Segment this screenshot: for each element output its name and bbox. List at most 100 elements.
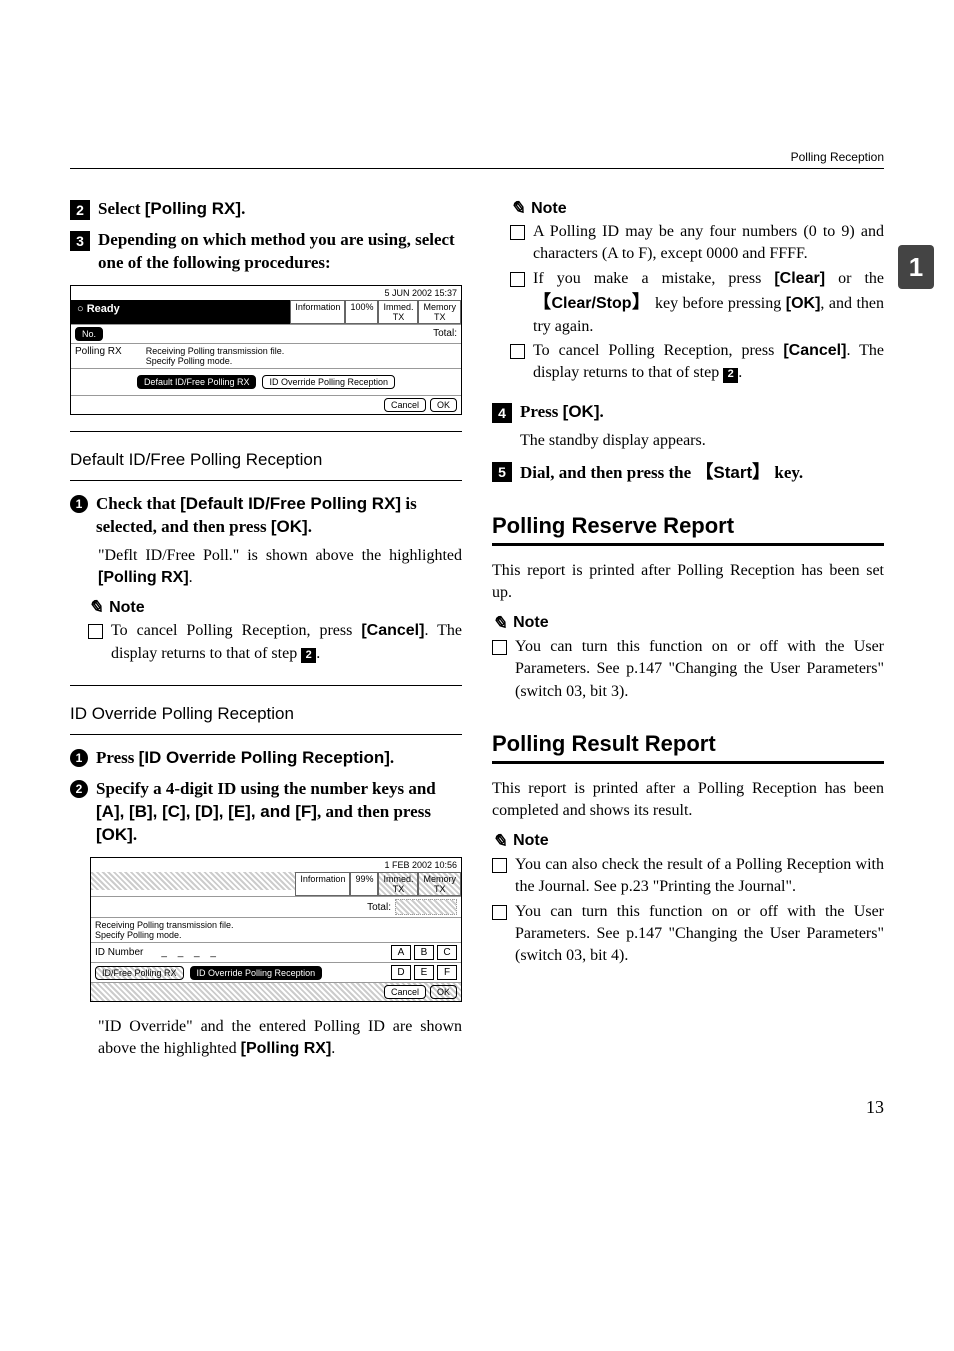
ok-label: [OK] (96, 825, 133, 844)
txt: "Deflt ID/Free Poll." is shown above the… (98, 547, 462, 564)
ok-button[interactable]: OK (430, 398, 457, 412)
key-a[interactable]: A (391, 945, 411, 960)
running-head: Polling Reception (791, 150, 884, 164)
section-rule (492, 543, 884, 546)
ok-button[interactable]: OK (430, 985, 457, 999)
shot2-immed-tx[interactable]: Immed. TX (378, 872, 418, 896)
note-text: You can turn this function on or off wit… (515, 636, 884, 703)
step-4-text: Press [OK]. (520, 401, 604, 424)
rule (70, 480, 462, 481)
shot2-desc: Receiving Polling transmission file. Spe… (91, 917, 461, 942)
id-override-polling-reception-button[interactable]: ID Override Polling Reception (190, 966, 323, 980)
id-step-2: 2 Specify a 4-digit ID using the number … (70, 778, 462, 847)
note-text: A Polling ID may be any four numbers (0 … (533, 221, 884, 266)
substep-number-icon: 2 (70, 780, 88, 798)
default-body-text: "Deflt ID/Free Poll." is shown above the… (98, 545, 462, 590)
txt: . (331, 1040, 335, 1057)
shot1-mode-buttons: Default ID/Free Polling RX ID Override P… (71, 368, 461, 395)
clear-label: [Clear] (774, 270, 825, 287)
checkbox-icon (88, 624, 103, 639)
letter-keys-row1: A B C (391, 945, 457, 960)
note-heading: ✎ Note (492, 613, 884, 634)
id-free-polling-rx-button[interactable]: ID/Free Polling RX (95, 966, 184, 980)
rule (70, 734, 462, 735)
substep-number-icon: 1 (70, 495, 88, 513)
id-override-polling-reception-button[interactable]: ID Override Polling Reception (262, 375, 395, 389)
shot2-total-row: Total: (91, 896, 461, 917)
id-step-1: 1 Press [ID Override Polling Reception]. (70, 747, 462, 770)
shot1-immed-tx[interactable]: Immed. TX (378, 300, 418, 324)
rule (70, 685, 462, 686)
shot1-polling-row: Polling RX Receiving Polling transmissio… (71, 343, 461, 368)
shot1-num-row: No. Total: (71, 324, 461, 343)
shot1-memory-tx[interactable]: Memory TX (418, 300, 461, 324)
txt: Press (96, 748, 139, 767)
bracket-open-icon: 【 (695, 462, 713, 482)
txt: key before pressing (651, 295, 786, 312)
shot2-pct: 99% (350, 872, 378, 896)
key-c[interactable]: C (437, 945, 457, 960)
id-override-heading: ID Override Polling Reception (70, 704, 462, 724)
cancel-button[interactable]: Cancel (384, 398, 426, 412)
note-label: Note (513, 832, 549, 850)
txt: key. (770, 463, 803, 482)
header-rule (70, 168, 884, 169)
checkbox-icon (510, 225, 525, 240)
reserve-body: This report is printed after Polling Rec… (492, 560, 884, 605)
note-label: Note (109, 599, 145, 617)
id-input-placeholder[interactable]: _ _ _ _ (161, 947, 220, 958)
shot1-info[interactable]: Information (290, 300, 345, 324)
note-item-1: A Polling ID may be any four numbers (0 … (510, 221, 884, 266)
txt: . (738, 364, 742, 381)
step-3: 3 Depending on which method you are usin… (70, 229, 462, 275)
step-5-text: Dial, and then press the 【Start】 key. (520, 460, 803, 485)
txt: . (133, 825, 137, 844)
shot1-ready: ○ Ready (71, 300, 290, 324)
step-number-icon: 3 (70, 231, 90, 251)
substep-number-icon: 1 (70, 749, 88, 767)
shot1-desc: Receiving Polling transmission file. Spe… (146, 346, 285, 366)
shot2-id-label: ID Number (95, 947, 143, 958)
note-heading: ✎ Note (88, 597, 462, 618)
right-column: ✎ Note A Polling ID may be any four numb… (492, 190, 884, 1067)
key-f[interactable]: F (437, 965, 457, 980)
key-d[interactable]: D (391, 965, 411, 980)
pencil-icon: ✎ (492, 613, 507, 634)
cancel-label: [Cancel] (361, 622, 424, 639)
cancel-button[interactable]: Cancel (384, 985, 426, 999)
chapter-tab: 1 (898, 245, 934, 289)
key-b[interactable]: B (414, 945, 434, 960)
txt: To cancel Polling Reception, press (111, 622, 361, 639)
note-item-3: To cancel Polling Reception, press [Canc… (510, 340, 884, 385)
bracket-open-icon: 【 (533, 292, 552, 312)
id-override-button-label: [ID Override Polling Reception] (139, 748, 390, 767)
shot1-footer: Cancel OK (71, 395, 461, 414)
letter-keys-row2: D E F (391, 965, 457, 980)
polling-reserve-heading: Polling Reserve Report (492, 513, 884, 539)
default-step-1-text: Check that [Default ID/Free Polling RX] … (96, 493, 462, 539)
note-heading: ✎ Note (510, 198, 884, 219)
txt: If you make a mistake, press (533, 270, 774, 287)
key-e[interactable]: E (414, 965, 434, 980)
step-2: 2 Select [Polling RX]. (70, 198, 462, 221)
default-id-free-polling-rx-button[interactable]: Default ID/Free Polling RX (137, 375, 257, 389)
shot2-memory-tx[interactable]: Memory TX (418, 872, 461, 896)
txt: Dial, and then press the (520, 463, 695, 482)
step-number-icon: 4 (492, 403, 512, 423)
result-note-2: You can turn this function on or off wit… (492, 901, 884, 968)
step-4: 4 Press [OK]. (492, 401, 884, 424)
id-step-1-text: Press [ID Override Polling Reception]. (96, 747, 394, 770)
shot2-total: Total: (367, 902, 391, 913)
result-note-1: You can also check the result of a Polli… (492, 854, 884, 899)
clear-stop-key: Clear/Stop (552, 295, 632, 312)
default-note-item: To cancel Polling Reception, press [Canc… (88, 620, 462, 665)
rule (70, 431, 462, 432)
default-id-free-label: [Default ID/Free Polling RX] (180, 494, 401, 513)
checkbox-icon (510, 344, 525, 359)
shot2-info[interactable]: Information (295, 872, 350, 896)
section-rule (492, 761, 884, 764)
id-body-text: "ID Override" and the entered Polling ID… (98, 1016, 462, 1061)
shot2-ready-area (91, 872, 295, 890)
left-column: 2 Select [Polling RX]. 3 Depending on wh… (70, 190, 462, 1067)
txt: , and then press (317, 802, 431, 821)
